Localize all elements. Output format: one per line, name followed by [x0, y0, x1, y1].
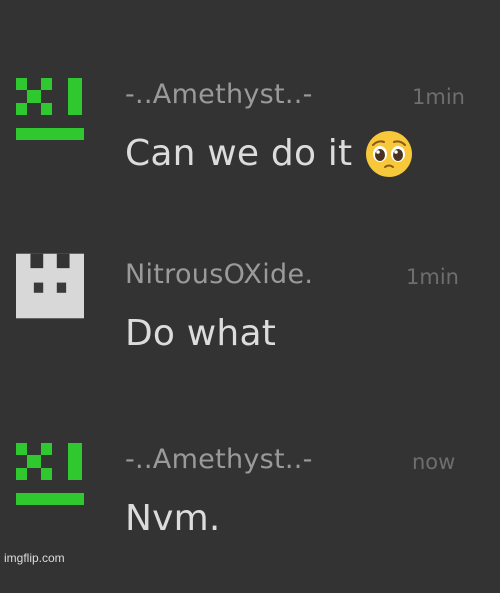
message-body: Can we do it	[125, 130, 414, 178]
chat-message: -..Amethyst..- 1min Can we do it	[0, 78, 500, 228]
message-text: Can we do it	[125, 133, 353, 174]
message-body: Nvm.	[125, 495, 221, 543]
username[interactable]: -..Amethyst..-	[125, 443, 313, 477]
timestamp: 1min	[406, 265, 459, 289]
message-text: Do what	[125, 313, 277, 354]
green-xi-icon[interactable]	[16, 78, 84, 154]
timestamp: 1min	[412, 85, 465, 109]
username[interactable]: -..Amethyst..-	[125, 78, 313, 112]
message-body: Do what	[125, 310, 276, 358]
pleading-face-emoji	[366, 131, 413, 177]
white-cat-icon[interactable]	[16, 248, 84, 324]
chat-message: NitrousOXide. 1min Do what	[0, 253, 500, 408]
chat-message: -..Amethyst..- now Nvm.	[0, 443, 500, 593]
message-text: Nvm.	[125, 498, 221, 539]
green-xi-icon[interactable]	[16, 443, 84, 519]
imgflip-watermark: imgflip.com	[4, 551, 65, 565]
username[interactable]: NitrousOXide.	[125, 258, 313, 292]
timestamp: now	[412, 450, 456, 474]
